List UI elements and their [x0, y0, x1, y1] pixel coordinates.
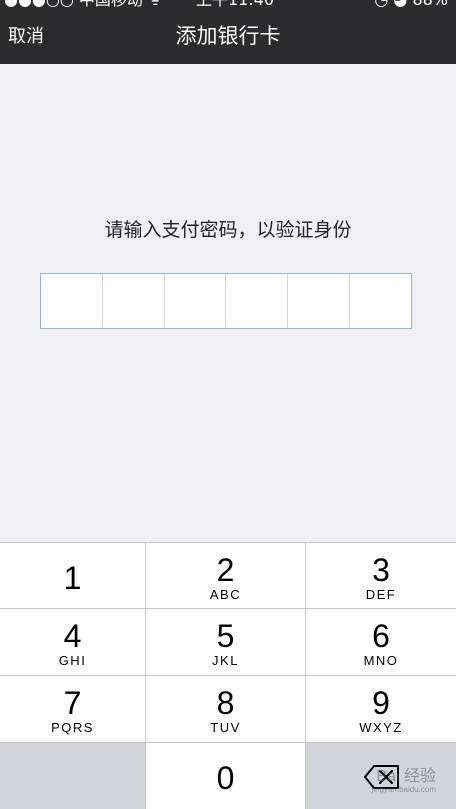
pin-digit-box-1[interactable]	[41, 274, 103, 328]
key-5[interactable]: 5 JKL	[146, 609, 305, 675]
key-8[interactable]: 8 TUV	[146, 676, 305, 742]
key-7[interactable]: 7 PQRS	[0, 676, 145, 742]
key-letters: DEF	[365, 587, 397, 602]
status-time: 上午11:40	[196, 0, 274, 8]
key-letters: GHI	[58, 653, 87, 668]
key-1[interactable]: 1	[0, 543, 145, 608]
key-6[interactable]: 6 MNO	[306, 609, 456, 675]
key-digit: 0	[216, 760, 235, 796]
key-letters: PQRS	[51, 720, 94, 735]
key-digit: 2	[216, 552, 235, 588]
key-letters: ABC	[209, 587, 242, 602]
key-digit: 6	[372, 618, 390, 654]
key-digit: 1	[63, 560, 82, 596]
key-digit: 7	[63, 685, 82, 721]
add-bank-card-screen: ●●●○○ 中国移动 ᯤ 上午11:40 ◔ ◕ 88% 取消 添加银行卡 请输…	[0, 0, 456, 809]
pin-digit-box-6[interactable]	[350, 274, 411, 328]
key-digit: 5	[216, 618, 235, 654]
key-3[interactable]: 3 DEF	[306, 543, 456, 608]
backspace-button[interactable]: Bai 经验 jingyan.baidu.com	[306, 743, 456, 809]
pin-digit-box-4[interactable]	[226, 274, 289, 328]
blank-key	[0, 743, 145, 809]
battery-indicator: ◔ ◕ 88%	[374, 0, 448, 8]
navigation-bar: 取消 添加银行卡	[0, 10, 456, 64]
key-letters: WXYZ	[359, 720, 403, 735]
key-digit: 9	[372, 685, 390, 721]
key-digit: 8	[216, 685, 235, 721]
watermark-brand: Bai 经验	[376, 768, 436, 785]
key-4[interactable]: 4 GHI	[0, 609, 145, 675]
baidu-jingyan-watermark: Bai 经验 jingyan.baidu.com	[372, 769, 436, 795]
key-0[interactable]: 0	[146, 743, 305, 809]
page-title: 添加银行卡	[175, 24, 281, 48]
carrier-signal: ●●●○○ 中国移动 ᯤ	[4, 0, 163, 8]
status-bar: ●●●○○ 中国移动 ᯤ 上午11:40 ◔ ◕ 88%	[0, 0, 456, 10]
password-prompt: 请输入支付密码，以验证身份	[104, 219, 352, 241]
key-letters: MNO	[363, 653, 399, 668]
pin-digit-box-2[interactable]	[103, 274, 165, 328]
pin-digit-box-3[interactable]	[165, 274, 227, 328]
key-digit: 4	[63, 618, 82, 654]
key-letters: TUV	[210, 720, 241, 735]
key-letters: JKL	[212, 653, 239, 668]
watermark-url: jingyan.baidu.com	[371, 785, 436, 794]
key-2[interactable]: 2 ABC	[146, 543, 305, 608]
pin-input[interactable]	[40, 273, 412, 329]
key-digit: 3	[372, 552, 390, 588]
key-9[interactable]: 9 WXYZ	[306, 676, 456, 742]
pin-digit-box-5[interactable]	[288, 274, 351, 328]
numeric-keypad: 1 2 ABC 3 DEF 4 GHI 5 JKL 6 MNO 7 PQRS 8…	[0, 542, 456, 809]
